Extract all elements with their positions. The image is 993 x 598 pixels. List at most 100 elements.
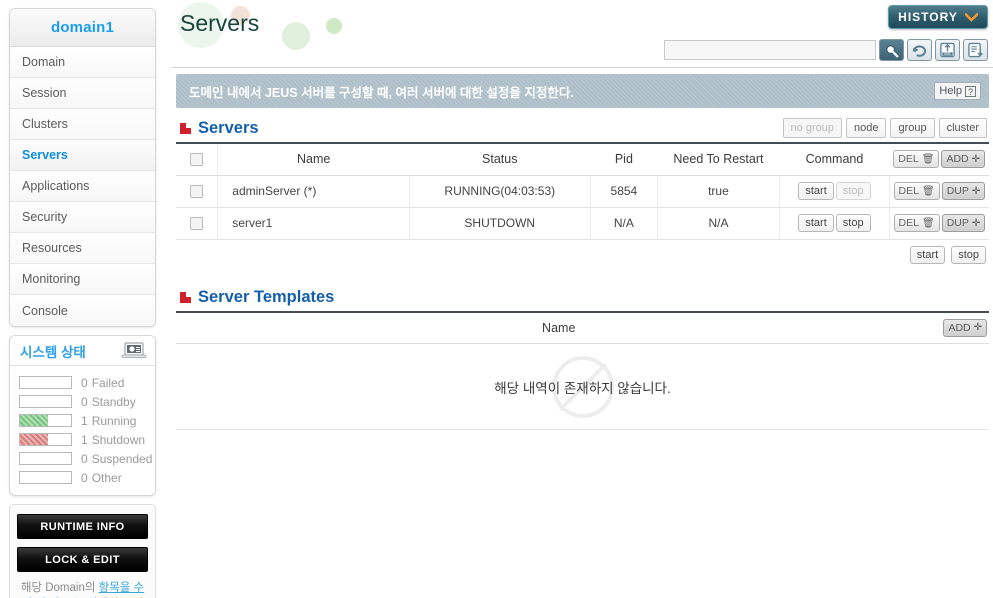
status-label: 0 Failed [81,376,124,390]
row-checkbox[interactable] [190,185,204,199]
select-all-checkbox[interactable] [190,153,204,167]
main-content: Servers HISTORY XML 도메인 내에서 JEUS 서버를 구성할… [172,0,993,598]
system-status-list: 0 Failed 0 Standby 1 Running 1 Shutdown 0 Suspend… [10,366,155,495]
status-bar-running [19,414,72,427]
group-filter-cluster[interactable]: cluster [938,118,987,138]
row-select-cell [176,207,219,240]
sidebar-item-label: Domain [22,55,66,69]
sidebar-item-label: Console [22,303,68,318]
sidebar-item-applications[interactable]: Applications [10,171,155,202]
search-input[interactable] [664,40,876,60]
domain-actions-description: 해당 Domain의 항목을 수정, 추가 또는 삭제하는 기능입니다. [17,580,148,598]
stop-button[interactable]: stop [835,214,871,232]
status-count: 0 [81,470,88,485]
status-count: 0 [81,451,88,466]
sidebar-item-domain[interactable]: Domain [10,47,155,78]
top-bar: Servers HISTORY [172,0,993,50]
application-root: domain1 Domain Session Clusters Servers Appl… [0,0,993,598]
templates-section-title: Server Templates [198,287,335,306]
laptop-chart-icon [121,342,147,359]
sidebar-item-label: Resources [22,241,82,255]
sidebar-nav-list: Domain Session Clusters Servers Applications… [10,47,155,326]
plus-icon: ✛ [971,185,981,197]
row-checkbox[interactable] [190,217,204,231]
status-bar-shutdown [19,433,72,446]
templates-empty-message: 해당 내역이 존재하지 않습니다. [494,380,671,396]
stop-button: stop [835,182,871,200]
start-button[interactable]: start [798,182,834,200]
sidebar-item-monitoring[interactable]: Monitoring [10,264,155,295]
servers-del-button[interactable]: DEL 🗑 [893,150,940,169]
templates-add-label: ADD [948,321,971,334]
domain-actions-panel: RUNTIME INFO LOCK & EDIT 해당 Domain의 항목을 … [9,504,156,598]
column-header-name: Name [217,144,410,176]
status-name: Standby [91,394,136,409]
button-label: DEL [898,217,919,229]
deco-circle-green-small [326,18,342,34]
history-button-label: HISTORY [898,10,958,24]
sidebar-item-resources[interactable]: Resources [10,233,155,264]
history-button[interactable]: HISTORY [888,5,988,29]
server-pid-cell: N/A [590,207,658,240]
sidebar-item-security[interactable]: Security [10,202,155,233]
row-del-button[interactable]: DEL 🗑 [893,214,940,232]
xml-export-icon[interactable]: XML [935,39,960,61]
runtime-info-button[interactable]: RUNTIME INFO [17,514,148,539]
status-row-suspended: 0 Suspended [10,449,155,468]
sidebar-item-console[interactable]: Console [10,295,155,326]
button-label: DUP [946,217,969,229]
deco-circle-green-mid [282,22,310,50]
sidebar-item-session[interactable]: Session [10,78,155,109]
row-dup-button[interactable]: DUP ✛ [941,214,986,232]
status-name: Failed [91,375,125,390]
servers-add-button[interactable]: ADD ✛ [941,150,985,169]
group-filter-group[interactable]: group [890,118,935,138]
system-status-panel: 시스템 상태 0 Failed 0 Standby 1 Running 1 Shutdown 0… [9,335,156,496]
domain-title: domain1 [10,9,155,47]
status-bar-other [19,471,72,484]
search-icon[interactable] [879,39,904,61]
row-select-cell [176,175,219,208]
start-button[interactable]: start [798,214,834,232]
server-restart-cell: N/A [657,207,781,240]
footer-stop-button[interactable]: stop [951,245,986,264]
sidebar-item-servers[interactable]: Servers [10,140,155,171]
column-header-pid: Pid [590,144,658,176]
row-dup-button[interactable]: DUP ✛ [941,182,986,200]
templates-table-header-row: Name ADD ✛ [176,312,989,344]
button-label: DEL [898,153,919,166]
servers-section-title: Servers [198,118,259,137]
servers-footer-buttons: start stop [176,240,989,264]
refresh-icon[interactable] [907,39,932,61]
row-del-button[interactable]: DEL 🗑 [893,182,940,200]
status-label: 1 Running [81,414,136,428]
column-header-status: Status [409,144,591,176]
table-row: server1 SHUTDOWN N/A N/A start stop DEL 🗑 DUP ✛ [176,207,989,240]
help-button[interactable]: Help ? [934,82,981,100]
button-label: ADD [946,153,969,166]
server-name-cell: adminServer (*) [217,175,410,208]
button-label: DUP [946,185,969,197]
group-filter-node[interactable]: node [845,118,887,138]
status-row-running: 1 Running [10,411,155,430]
templates-empty-state: 해당 내역이 존재하지 않습니다. [176,344,989,430]
group-filter-buttons: no group node group cluster [782,118,989,138]
server-actions-cell: DEL 🗑 DUP ✛ [889,175,989,208]
templates-table: Name ADD ✛ [176,312,989,344]
templates-add-button[interactable]: ADD ✛ [943,318,987,337]
plus-icon: ✛ [971,153,980,165]
status-label: 0 Standby [81,395,136,409]
status-count: 0 [81,375,88,390]
status-label: 0 Suspended [81,452,152,466]
plus-icon: ✛ [971,217,981,229]
status-row-other: 0 Other [10,468,155,487]
table-row: adminServer (*) RUNNING(04:03:53) 5854 true… [176,175,989,208]
server-restart-cell: true [657,175,781,208]
lock-and-edit-button[interactable]: LOCK & EDIT [17,547,148,572]
sidebar-item-clusters[interactable]: Clusters [10,109,155,140]
chevron-down-icon [964,12,978,22]
status-count: 0 [81,394,88,409]
status-row-standby: 0 Standby [10,392,155,411]
footer-start-button[interactable]: start [909,245,946,264]
export-icon[interactable] [963,39,988,61]
